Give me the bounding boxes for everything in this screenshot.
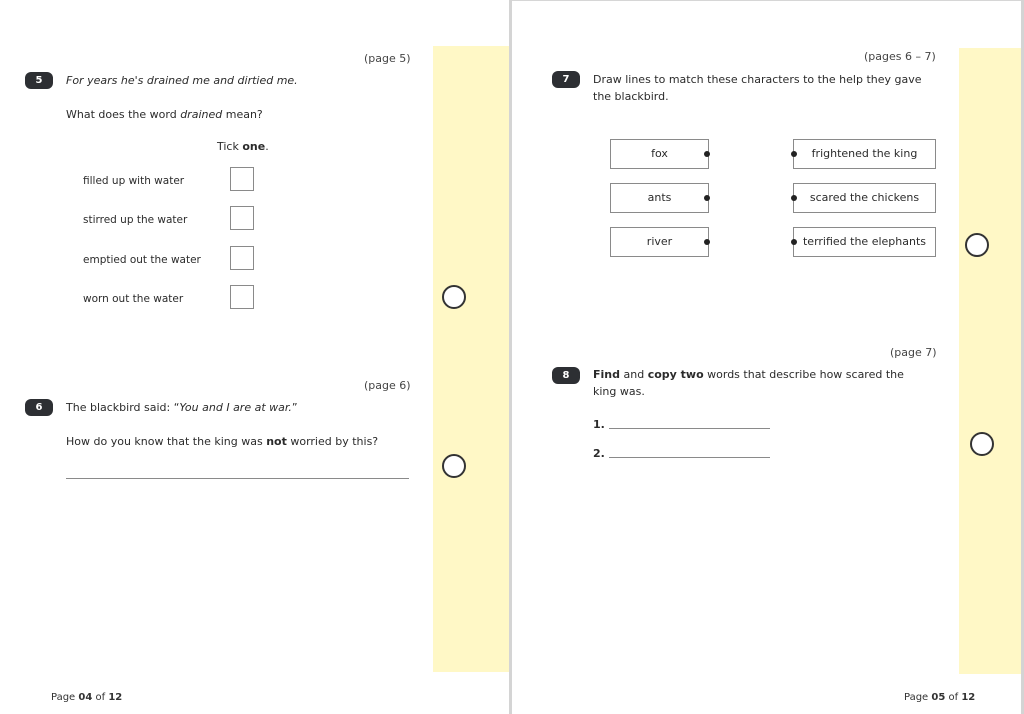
q5-question-prefix: What does the word	[66, 108, 181, 121]
marking-margin-left	[433, 46, 510, 672]
q5-mark-circle-icon	[442, 285, 466, 309]
q5-option-checkbox[interactable]	[230, 246, 254, 270]
q6-answer-line[interactable]	[66, 478, 409, 479]
q5-option-label: stirred up the water	[83, 214, 188, 226]
footer-total-pages: 12	[961, 692, 976, 703]
q8-answer-line[interactable]	[609, 457, 770, 458]
q7-help-box[interactable]: terrified the elephants	[793, 227, 936, 257]
footer-prefix: Page	[904, 692, 932, 703]
q7-help-box[interactable]: scared the chickens	[793, 183, 936, 213]
q5-option-label: filled up with water	[83, 175, 185, 187]
q8-number-badge: 8	[552, 367, 580, 384]
q7-character-box[interactable]: river	[610, 227, 709, 257]
q7-help-dot-icon[interactable]	[791, 151, 797, 157]
q5-option-checkbox[interactable]	[230, 206, 254, 230]
q7-help-dot-icon[interactable]	[791, 239, 797, 245]
page-footer-right: Page 05 of 12	[904, 692, 975, 703]
q6-question-prefix: How do you know that the king was	[66, 435, 267, 448]
q8-and: and	[620, 368, 648, 381]
q7-character-box[interactable]: fox	[610, 139, 709, 169]
q7-character-box[interactable]: ants	[610, 183, 709, 213]
q7-help-box[interactable]: frightened the king	[793, 139, 936, 169]
q5-instruction-emph: one	[242, 140, 266, 153]
q6-statement-suffix: ”	[291, 401, 298, 414]
q6-question: How do you know that the king was not wo…	[66, 435, 378, 448]
page-footer-left: Page 04 of 12	[51, 692, 122, 703]
q8-mark-circle-icon	[970, 432, 994, 456]
q5-page-ref: (page 5)	[364, 52, 411, 65]
q8-copy-two: copy two	[647, 368, 704, 381]
q6-number-badge: 6	[25, 399, 53, 416]
page-left: (page 5) 5 For years he's drained me and…	[0, 0, 510, 714]
q5-option-checkbox[interactable]	[230, 285, 254, 309]
q7-help-dot-icon[interactable]	[791, 195, 797, 201]
q5-option-checkbox[interactable]	[230, 167, 254, 191]
q7-number-badge: 7	[552, 71, 580, 88]
page-right	[512, 0, 1022, 714]
q5-instruction-suffix: .	[265, 140, 269, 153]
footer-of: of	[945, 692, 962, 703]
marking-margin-right	[959, 48, 1021, 674]
q5-question-emph: drained	[180, 108, 223, 121]
q5-instruction: Tick one.	[217, 140, 269, 153]
q6-question-emph: not	[266, 435, 287, 448]
q6-statement-prefix: The blackbird said: “	[66, 401, 180, 414]
q6-mark-circle-icon	[442, 454, 466, 478]
q5-question: What does the word drained mean?	[66, 108, 263, 121]
footer-current-page: 04	[78, 692, 93, 703]
q6-question-suffix: worried by this?	[286, 435, 379, 448]
q5-question-suffix: mean?	[222, 108, 263, 121]
q5-option-label: worn out the water	[83, 293, 184, 305]
q8-answer-label: 1.	[593, 418, 605, 431]
q8-answer-label: 2.	[593, 447, 605, 460]
q6-page-ref: (page 6)	[364, 379, 411, 392]
q8-prompt-line2: king was.	[593, 385, 645, 398]
q7-prompt-line2: the blackbird.	[593, 90, 669, 103]
q7-character-dot-icon[interactable]	[704, 195, 710, 201]
q7-character-dot-icon[interactable]	[704, 239, 710, 245]
q6-statement-quote: You and I are at war.	[179, 401, 292, 414]
footer-current-page: 05	[931, 692, 946, 703]
q7-page-ref: (pages 6 – 7)	[864, 50, 936, 63]
q7-prompt-line1: Draw lines to match these characters to …	[593, 73, 922, 86]
q8-prompt-line1: Find and copy two words that describe ho…	[593, 368, 904, 381]
q5-number-badge: 5	[25, 72, 53, 89]
q7-mark-circle-icon	[965, 233, 989, 257]
q5-quote: For years he's drained me and dirtied me…	[66, 74, 298, 87]
q8-rest: words that describe how scared the	[703, 368, 904, 381]
footer-prefix: Page	[51, 692, 79, 703]
q5-option-label: emptied out the water	[83, 254, 201, 266]
q5-instruction-prefix: Tick	[217, 140, 243, 153]
footer-total-pages: 12	[108, 692, 123, 703]
q8-answer-line[interactable]	[609, 428, 770, 429]
q8-find: Find	[593, 368, 620, 381]
q6-statement: The blackbird said: “You and I are at wa…	[66, 401, 298, 414]
footer-of: of	[92, 692, 109, 703]
q7-character-dot-icon[interactable]	[704, 151, 710, 157]
q8-page-ref: (page 7)	[890, 346, 937, 359]
